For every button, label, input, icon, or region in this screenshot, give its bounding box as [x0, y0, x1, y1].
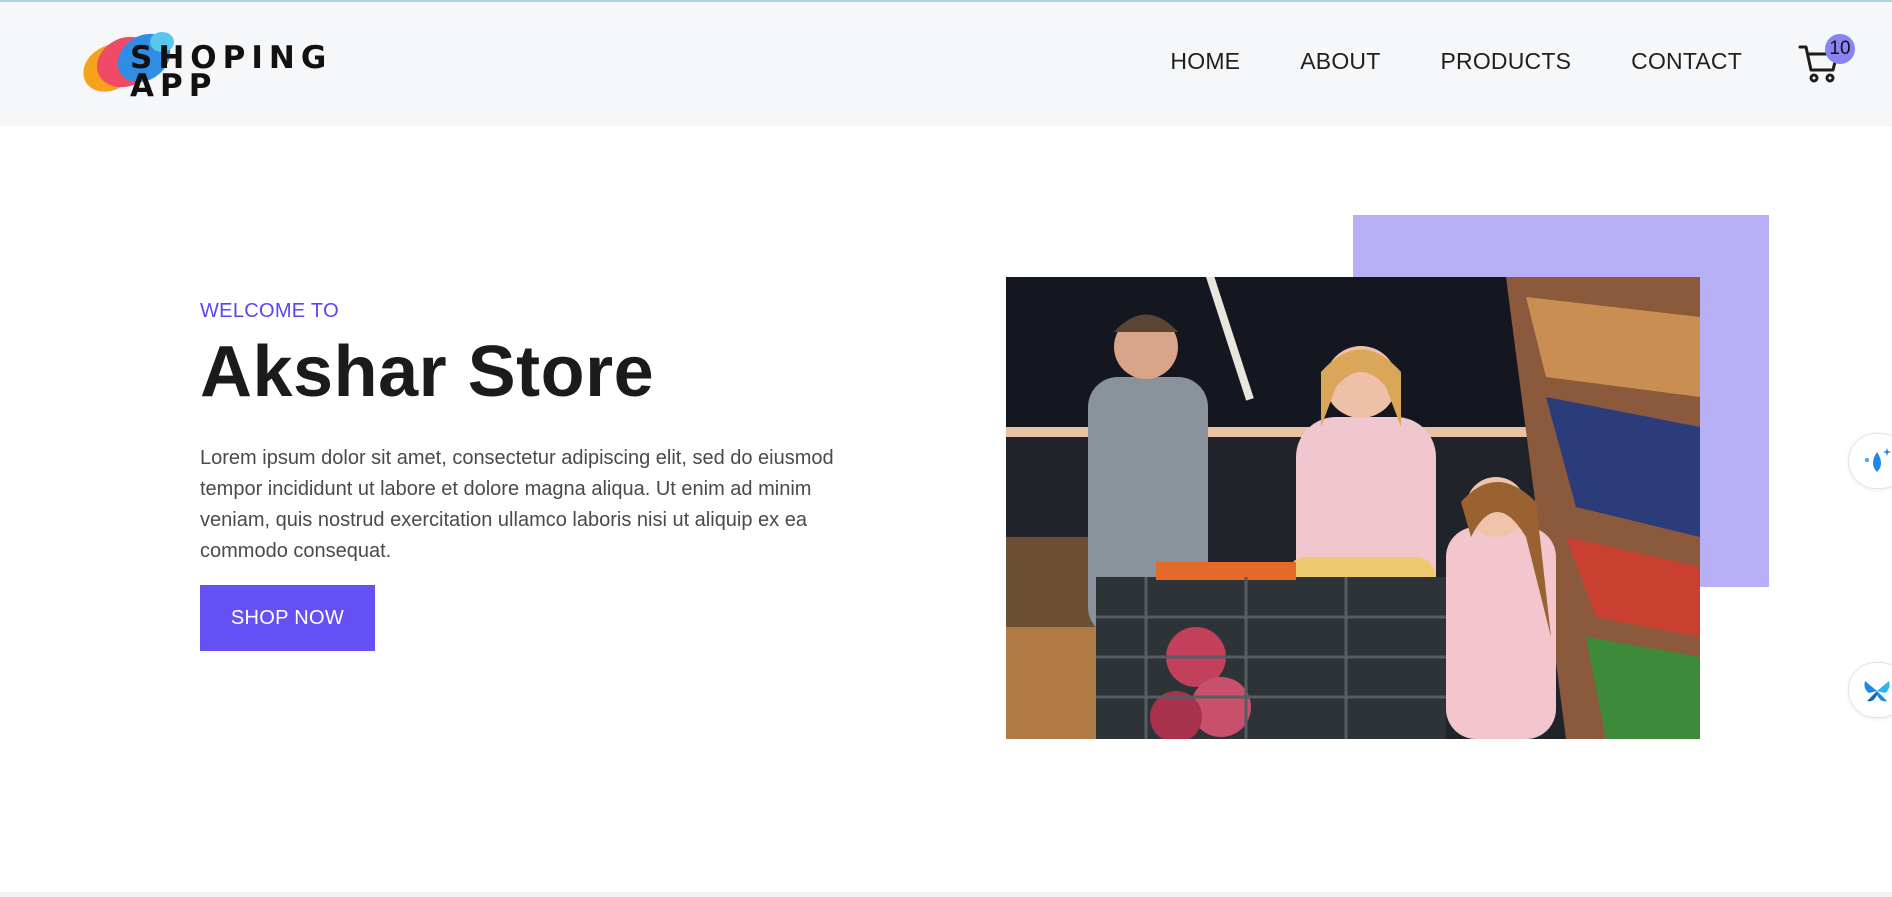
floating-action-1[interactable] — [1848, 433, 1892, 489]
nav-contact[interactable]: CONTACT — [1631, 48, 1742, 75]
main-nav: HOME ABOUT PRODUCTS CONTACT — [1170, 48, 1742, 75]
logo-line2: APP — [130, 68, 218, 104]
hero-title: Akshar Store — [200, 332, 655, 412]
butterfly-icon — [1864, 681, 1890, 702]
nav-about[interactable]: ABOUT — [1300, 48, 1380, 75]
family-shopping-illustration — [1006, 277, 1700, 739]
floating-action-2[interactable] — [1848, 662, 1892, 718]
logo-text: SHOPING APP — [130, 43, 332, 104]
hero-content: WELCOME TO Akshar Store Lorem ipsum dolo… — [200, 300, 900, 651]
navbar: SHOPING APP HOME ABOUT PRODUCTS CONTACT … — [0, 2, 1892, 126]
nav-home[interactable]: HOME — [1170, 48, 1240, 75]
section-divider — [0, 892, 1892, 897]
water-drop-sparkle-icon — [1865, 448, 1891, 472]
hero-image — [1006, 277, 1700, 739]
shop-now-button[interactable]: SHOP NOW — [200, 585, 375, 651]
cart-count-badge: 10 — [1825, 34, 1855, 64]
cart-button[interactable]: 10 — [1797, 34, 1855, 88]
nav-products[interactable]: PRODUCTS — [1440, 48, 1571, 75]
hero-eyebrow: WELCOME TO — [200, 300, 339, 322]
hero-description: Lorem ipsum dolor sit amet, consectetur … — [200, 447, 834, 562]
logo[interactable]: SHOPING APP — [70, 24, 340, 104]
